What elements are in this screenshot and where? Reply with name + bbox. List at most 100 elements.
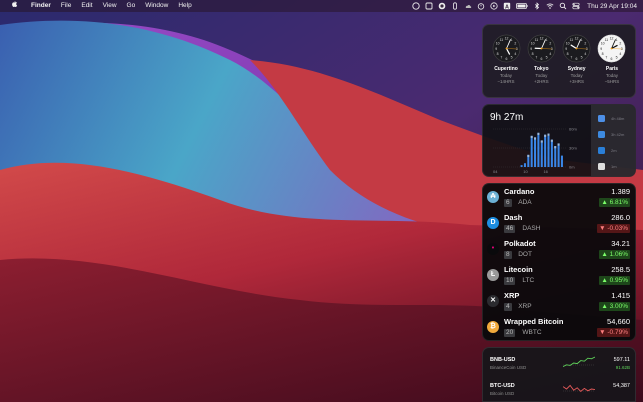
world-clock-0[interactable]: 123456789101112CupertinoToday−14HRS: [489, 34, 523, 84]
ticker-sparkline: [563, 356, 595, 368]
coin-change-badge: ▲ 3.00%: [599, 302, 630, 311]
status-area: A Thu 29 Apr 19:04: [412, 0, 637, 12]
menu-view[interactable]: View: [103, 0, 117, 12]
svg-text:1: 1: [545, 38, 547, 42]
coin-row-xrp[interactable]: ✕ XRP 4 XRP 1.415 ▲ 3.00%: [483, 289, 635, 315]
wrapped-bitcoin-icon: ₿: [487, 321, 499, 333]
usage-bar-segment: [530, 135, 533, 139]
x-tick-label: 04: [493, 169, 498, 174]
svg-text:2: 2: [514, 42, 516, 46]
menu-file[interactable]: File: [61, 0, 71, 12]
search-icon[interactable]: [559, 2, 567, 10]
ticker-price: 54,387: [613, 383, 630, 389]
ticker-symbol: BNB-USD: [490, 357, 516, 363]
svg-text:6: 6: [540, 57, 542, 61]
usage-bar-segment: [527, 154, 530, 158]
svg-text:10: 10: [566, 42, 570, 46]
world-clock-1[interactable]: 123456789101112TokyoToday+2HRS: [524, 34, 558, 84]
control-center-icon[interactable]: [572, 2, 580, 10]
screen-time-app-3[interactable]: 1m: [598, 161, 617, 171]
menubar-datetime[interactable]: Thu 29 Apr 19:04: [587, 3, 637, 10]
coin-row-ada[interactable]: ₳ Cardano 6 ADA 1.389 ▲ 6.81%: [483, 185, 635, 211]
stock-ticker-widget[interactable]: BNB-USD BinanceCoin USD 597.11 91.62B BTC-US…: [482, 347, 636, 402]
analog-clock-face: 123456789101112: [527, 34, 556, 63]
battery-icon[interactable]: [516, 2, 528, 10]
usage-bar: [554, 146, 557, 167]
window-icon[interactable]: [425, 2, 433, 10]
cloud-icon[interactable]: [464, 2, 472, 10]
coin-change-badge: ▼ -0.03%: [597, 224, 630, 233]
usage-bar: [557, 143, 560, 167]
coin-price: 54,660: [607, 317, 630, 326]
usage-bar-segment: [544, 134, 547, 137]
bolt-icon[interactable]: [451, 2, 459, 10]
menu-app-name[interactable]: Finder: [31, 0, 51, 12]
screen-time-app-list: 4h 48m 3h 42m 2m 1m: [591, 105, 635, 176]
notes-icon: [598, 162, 605, 170]
menu-window[interactable]: Window: [145, 0, 168, 12]
screen-time-app-0[interactable]: 4h 48m: [598, 113, 624, 123]
app-icon[interactable]: [438, 2, 446, 10]
svg-text:5: 5: [581, 56, 583, 60]
svg-text:9: 9: [565, 47, 567, 51]
coin-price: 258.5: [611, 265, 630, 274]
ticker-price: 597.11: [613, 357, 630, 363]
coin-row-wbtc[interactable]: ₿ Wrapped Bitcoin 20 WBTC 54,660 ▼ -0.79%: [483, 315, 635, 340]
coin-holding-count: 46: [504, 225, 516, 233]
clock-city: Cupertino: [494, 66, 518, 72]
sparkline-path: [563, 384, 595, 393]
record-icon[interactable]: [412, 2, 420, 10]
coin-holding-count: 6: [504, 199, 512, 207]
svg-text:1: 1: [616, 38, 618, 42]
menu-edit[interactable]: Edit: [81, 0, 92, 12]
timer-icon[interactable]: [477, 2, 485, 10]
play-icon[interactable]: [490, 2, 498, 10]
font-icon[interactable]: A: [503, 2, 511, 10]
screen-time-summary: 9h 27m 60m 30m 0m 04 10 16: [483, 105, 591, 176]
screen-time-total: 9h 27m: [490, 112, 524, 123]
analog-clock-face: 123456789101112: [562, 34, 591, 63]
coin-symbol: WBTC: [522, 329, 542, 336]
svg-text:7: 7: [535, 56, 537, 60]
svg-text:11: 11: [499, 38, 503, 42]
menu-go[interactable]: Go: [127, 0, 136, 12]
svg-text:12: 12: [539, 37, 543, 41]
svg-text:5: 5: [616, 56, 618, 60]
world-clock-widget[interactable]: 123456789101112CupertinoToday−14HRS12345…: [482, 24, 636, 98]
wifi-icon[interactable]: [546, 2, 554, 10]
apple-menu-icon[interactable]: [9, 0, 19, 12]
ticker-row-bnb-usd[interactable]: BNB-USD BinanceCoin USD 597.11 91.62B: [483, 350, 635, 376]
coin-symbol: ADA: [518, 199, 532, 206]
finder-icon: [598, 146, 605, 154]
clock-day: Today: [535, 73, 548, 78]
svg-text:4: 4: [620, 52, 622, 56]
screen-time-app-2[interactable]: 2m: [598, 145, 617, 155]
screen-time-app-1[interactable]: 3h 42m: [598, 129, 624, 139]
svg-text:1: 1: [581, 38, 583, 42]
coin-name: Polkadot: [504, 239, 536, 248]
svg-text:8: 8: [602, 52, 604, 56]
menu-help[interactable]: Help: [178, 0, 191, 12]
usage-bar-segment: [557, 143, 560, 146]
ticker-sparkline: [563, 384, 595, 393]
ticker-row-btc-usd[interactable]: BTC-USD Bitcoin USD 54,387: [483, 376, 635, 401]
coin-row-dot[interactable]: • Polkadot 8 DOT 34.21 ▲ 1.06%: [483, 237, 635, 263]
screen-time-widget[interactable]: 9h 27m 60m 30m 0m 04 10 16 4h 48m 3h 42m 2m 1m: [482, 104, 636, 177]
safari-icon: [598, 130, 605, 138]
coin-change-badge: ▲ 0.95%: [599, 276, 630, 285]
usage-bar-segment: [534, 137, 537, 140]
y-tick-label: 60m: [569, 127, 577, 132]
crypto-portfolio-widget[interactable]: ₳ Cardano 6 ADA 1.389 ▲ 6.81% D Dash 46 DASH 286.0…: [482, 183, 636, 341]
svg-text:9: 9: [495, 47, 497, 51]
usage-bar: [523, 163, 526, 167]
coin-row-ltc[interactable]: Ł Litecoin 10 LTC 258.5 ▲ 0.95%: [483, 263, 635, 289]
coin-symbol: XRP: [518, 303, 532, 310]
coin-row-dash[interactable]: D Dash 46 DASH 286.0 ▼ -0.03%: [483, 211, 635, 237]
usage-bar-segment: [550, 139, 553, 142]
clock-day: Today: [605, 73, 618, 78]
svg-text:4: 4: [514, 52, 516, 56]
world-clock-2[interactable]: 123456789101112SydneyToday+3HRS: [560, 34, 594, 84]
bluetooth-icon[interactable]: [533, 2, 541, 10]
world-clock-3[interactable]: 123456789101112ParisToday−5HRS: [595, 34, 629, 84]
coin-symbol: DASH: [522, 225, 541, 232]
